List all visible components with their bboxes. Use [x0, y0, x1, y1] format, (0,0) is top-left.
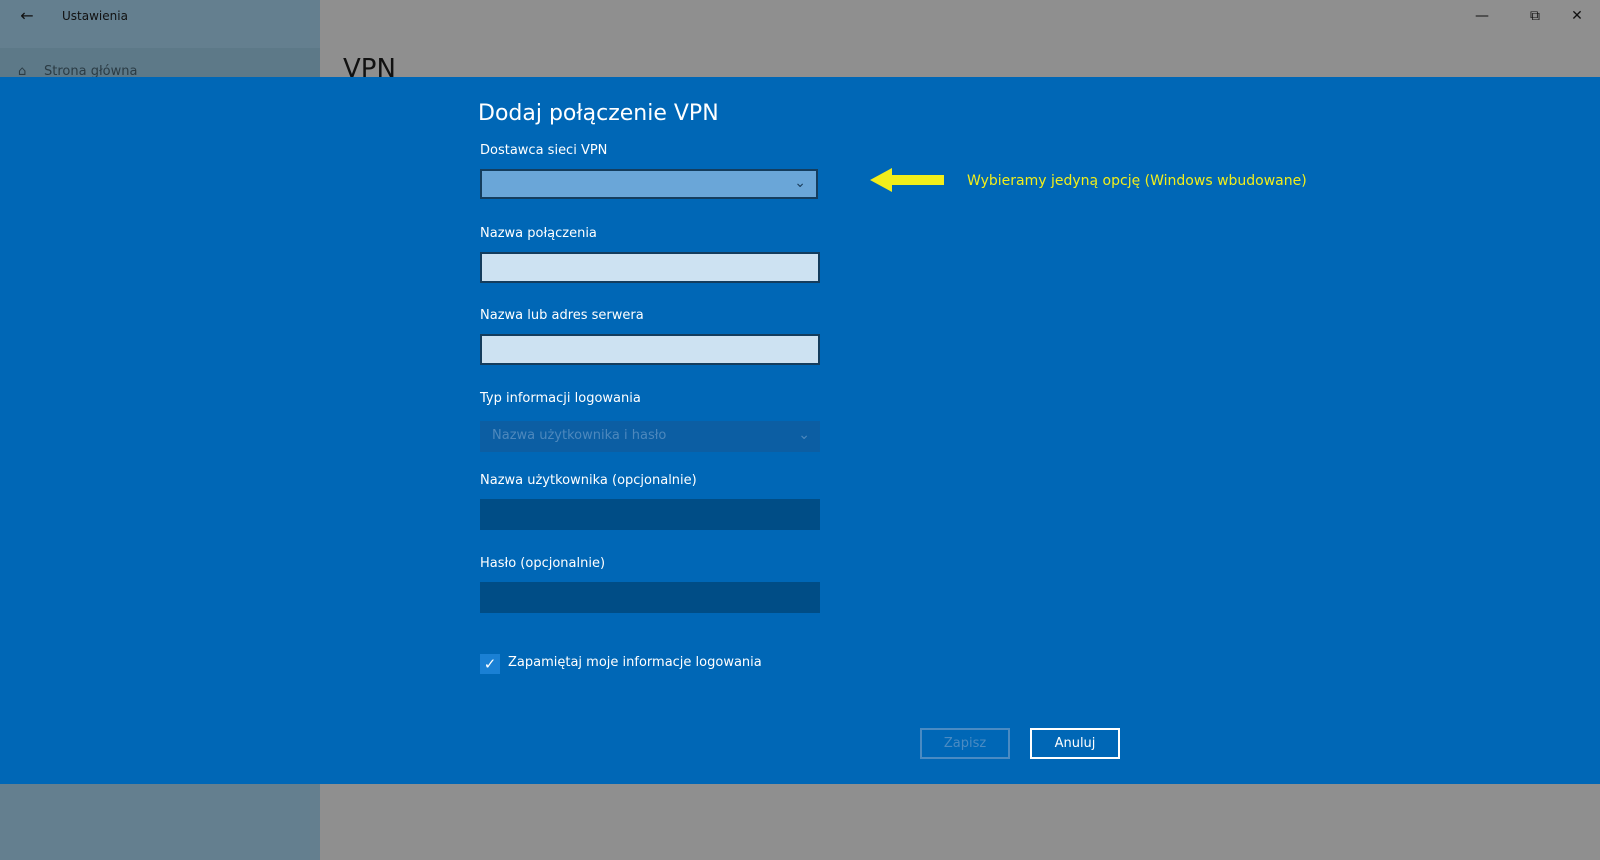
- username-input[interactable]: [480, 499, 820, 530]
- remember-checkbox[interactable]: ✓: [480, 654, 500, 674]
- restore-button[interactable]: ⧉: [1512, 0, 1558, 32]
- dialog-title: Dodaj połączenie VPN: [478, 101, 719, 126]
- username-label: Nazwa użytkownika (opcjonalnie): [480, 473, 697, 488]
- login-type-label: Typ informacji logowania: [480, 391, 641, 406]
- arrow-left-icon: ←: [20, 6, 34, 25]
- title-bar: ← Ustawienia — ⧉ ✕: [0, 0, 1600, 32]
- annotation-arrow-icon: [870, 168, 944, 192]
- cancel-button[interactable]: Anuluj: [1030, 728, 1120, 759]
- add-vpn-dialog: Dodaj połączenie VPN Dostawca sieci VPN …: [0, 77, 1600, 784]
- password-input[interactable]: [480, 582, 820, 613]
- password-label: Hasło (opcjonalnie): [480, 556, 606, 571]
- server-label: Nazwa lub adres serwera: [480, 308, 644, 323]
- close-button[interactable]: ✕: [1554, 0, 1600, 32]
- checkmark-icon: ✓: [483, 655, 497, 673]
- provider-label: Dostawca sieci VPN: [480, 143, 608, 158]
- connection-name-input[interactable]: [480, 252, 820, 283]
- server-address-input[interactable]: [480, 334, 820, 365]
- login-type-value: Nazwa użytkownika i hasło: [492, 428, 667, 443]
- sidebar-lower-area: [0, 784, 320, 860]
- vpn-provider-select[interactable]: ⌄: [480, 169, 818, 199]
- window-title: Ustawienia: [62, 9, 128, 23]
- close-icon: ✕: [1571, 8, 1583, 24]
- back-button[interactable]: ←: [12, 2, 42, 30]
- connection-name-label: Nazwa połączenia: [480, 226, 597, 241]
- minimize-button[interactable]: —: [1459, 0, 1505, 32]
- minimize-icon: —: [1475, 8, 1489, 24]
- chevron-down-icon: ⌄: [798, 427, 810, 443]
- annotation-text: Wybieramy jedyną opcję (Windows wbudowan…: [967, 173, 1307, 189]
- remember-label: Zapamiętaj moje informacje logowania: [508, 655, 762, 670]
- save-button[interactable]: Zapisz: [920, 728, 1010, 759]
- chevron-down-icon: ⌄: [794, 175, 806, 191]
- restore-icon: ⧉: [1530, 8, 1540, 24]
- login-type-select[interactable]: Nazwa użytkownika i hasło ⌄: [480, 421, 820, 452]
